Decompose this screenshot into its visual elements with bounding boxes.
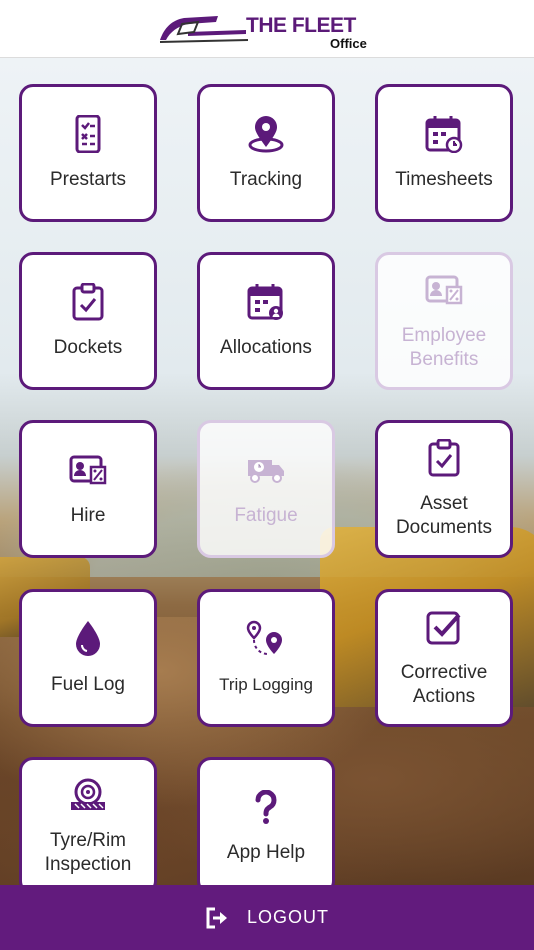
tile-fuel-log[interactable]: Fuel Log [19,589,157,727]
logout-icon [206,907,227,928]
brand-name: THE FLEET [246,14,356,37]
tile-label: Allocations [220,337,312,358]
tile-hire[interactable]: Hire [19,420,157,558]
tile-trip-logging[interactable]: Trip Logging [197,589,335,727]
tile-label: Hire [70,505,106,526]
tile-asset-documents[interactable]: Asset Documents [375,420,513,558]
tile-label: Timesheets [395,169,493,190]
tile-label: Employee Benefits [401,325,487,370]
tile-fatigue[interactable]: Fatigue [197,420,335,558]
brand-subtitle: Office [330,36,367,51]
tile-label: Tracking [229,169,303,190]
logout-button[interactable]: LOGOUT [0,885,534,950]
checkbox-icon [424,607,464,647]
id-card-percent-icon [68,450,108,490]
tile-label: Fuel Log [51,674,125,695]
phone-checklist-icon [68,114,108,154]
question-mark-icon [246,787,286,827]
tile-app-help[interactable]: App Help [197,757,335,895]
tile-allocations[interactable]: Allocations [197,252,335,390]
tile-tyre-rim-inspection[interactable]: Tyre/Rim Inspection [19,757,157,895]
clipboard-check-icon [424,438,464,478]
id-card-percent-icon [424,270,464,310]
tile-tracking[interactable]: Tracking [197,84,335,222]
tile-employee-benefits[interactable]: Employee Benefits [375,252,513,390]
truck-logo-icon [159,16,249,43]
tile-label: Corrective Actions [400,662,488,707]
tile-label: Tyre/Rim Inspection [44,830,132,875]
tile-label: Prestarts [49,169,127,190]
tile-prestarts[interactable]: Prestarts [19,84,157,222]
calendar-user-icon [246,282,286,322]
tile-label: App Help [226,842,306,863]
logout-label: LOGOUT [246,907,329,927]
truck-clock-icon [246,450,286,490]
tile-label: Fatigue [234,505,298,526]
clipboard-check-icon [68,282,108,322]
tyre-icon [68,775,108,815]
fleet-office-logo: THE FLEET Office [158,8,378,52]
app-header: THE FLEET Office [0,0,534,58]
map-pin-icon [246,114,286,154]
droplet-icon [68,619,108,659]
tile-corrective-actions[interactable]: Corrective Actions [375,589,513,727]
tile-label: Dockets [53,337,123,358]
tile-dockets[interactable]: Dockets [19,252,157,390]
route-pins-icon [246,619,286,659]
tile-label: Asset Documents [395,493,493,538]
calendar-clock-icon [424,114,464,154]
tile-label: Trip Logging [219,675,313,694]
tile-timesheets[interactable]: Timesheets [375,84,513,222]
